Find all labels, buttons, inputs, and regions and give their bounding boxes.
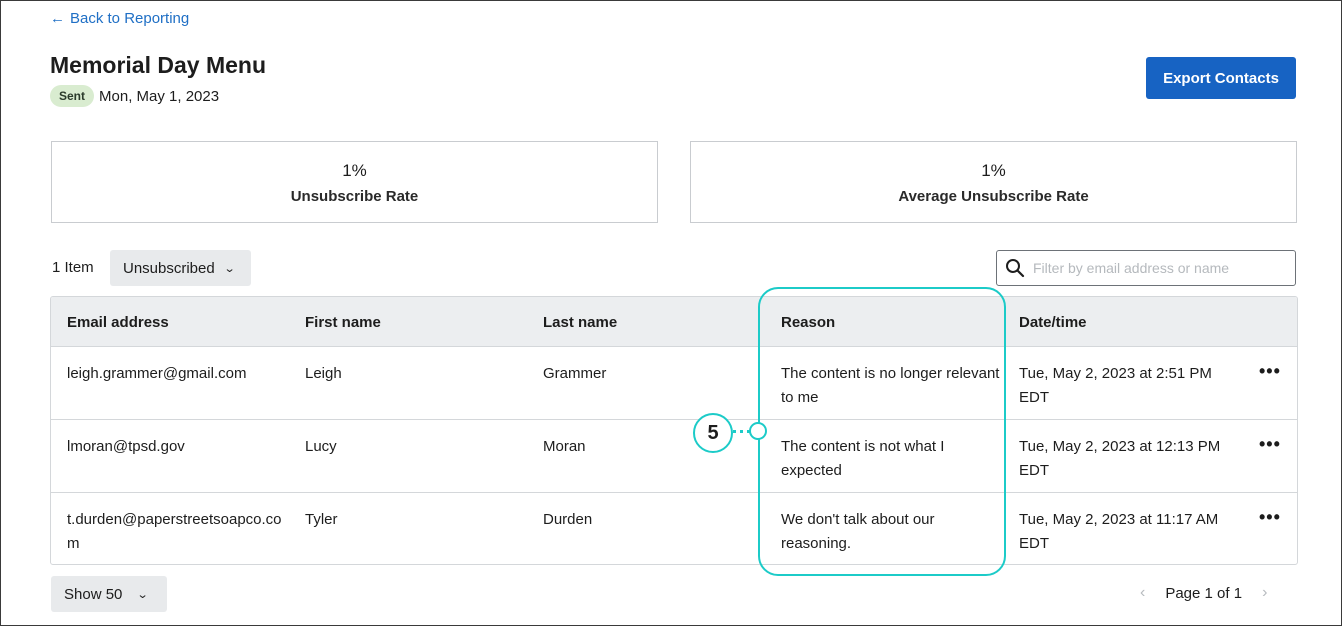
more-horizontal-icon[interactable]: •••	[1259, 434, 1281, 455]
pagination: ‹ Page 1 of 1 ›	[1140, 584, 1267, 602]
status-badge: Sent	[50, 85, 95, 107]
arrow-left-icon: ←	[50, 10, 65, 27]
column-header-reason[interactable]: Reason	[781, 314, 835, 331]
cell-date-time: Tue, May 2, 2023 at 12:13 PM EDT	[1019, 438, 1221, 479]
table-row: lmoran@tpsd.gov Lucy Moran The content i…	[51, 420, 1297, 493]
column-header-email[interactable]: Email address	[67, 314, 169, 331]
cell-last-name: Moran	[543, 438, 586, 455]
search-field[interactable]	[996, 250, 1296, 286]
cell-reason: The content is not what I expected	[781, 438, 945, 479]
page-title: Memorial Day Menu	[50, 52, 266, 78]
chevron-down-icon: ⌄	[136, 588, 149, 601]
cell-first-name: Lucy	[305, 438, 337, 455]
cell-date-time: Tue, May 2, 2023 at 11:17 AM EDT	[1019, 511, 1219, 552]
callout-anchor-dot	[749, 422, 767, 440]
cell-email: leigh.grammer@gmail.com	[67, 365, 247, 382]
stat-label: Unsubscribe Rate	[290, 188, 419, 205]
table-row: t.durden@paperstreetsoapco.com Tyler Dur…	[51, 493, 1297, 564]
search-icon	[1006, 259, 1025, 278]
more-horizontal-icon[interactable]: •••	[1259, 507, 1281, 528]
cell-first-name: Tyler	[305, 511, 338, 528]
cell-last-name: Grammer	[543, 365, 607, 382]
cell-email: t.durden@paperstreetsoapco.com	[67, 511, 282, 552]
column-header-last-name[interactable]: Last name	[543, 314, 617, 331]
callout-number-badge: 5	[693, 413, 733, 453]
sent-date: Mon, May 1, 2023	[99, 87, 220, 105]
page-size-value: Show 50	[64, 585, 123, 603]
item-count: 1 Item	[52, 259, 94, 276]
back-to-reporting-link[interactable]: ← Back to Reporting	[50, 10, 189, 27]
stat-card-average-unsubscribe-rate: 1% Average Unsubscribe Rate	[690, 141, 1297, 223]
page-size-dropdown[interactable]: Show 50 ⌄	[51, 576, 167, 612]
cell-reason: The content is no longer relevant to me	[781, 365, 1000, 406]
column-header-date-time[interactable]: Date/time	[1019, 314, 1087, 331]
table-row: leigh.grammer@gmail.com Leigh Grammer Th…	[51, 347, 1297, 420]
chevron-left-icon[interactable]: ‹	[1140, 584, 1145, 602]
page-indicator: Page 1 of 1	[1165, 584, 1243, 602]
cell-reason: We don't talk about our reasoning.	[781, 511, 935, 552]
table-header: Email address First name Last name Reaso…	[51, 297, 1297, 347]
cell-first-name: Leigh	[305, 365, 342, 382]
more-horizontal-icon[interactable]: •••	[1259, 361, 1281, 382]
stat-label: Average Unsubscribe Rate	[898, 188, 1089, 205]
campaign-meta: Sent Mon, May 1, 2023	[50, 85, 219, 107]
contacts-table: Email address First name Last name Reaso…	[50, 296, 1298, 565]
chevron-right-icon[interactable]: ›	[1262, 584, 1267, 602]
column-header-first-name[interactable]: First name	[305, 314, 381, 331]
search-input[interactable]	[1033, 260, 1283, 276]
stat-value: 1%	[981, 161, 1006, 180]
stat-card-unsubscribe-rate: 1% Unsubscribe Rate	[51, 141, 658, 223]
stat-value: 1%	[342, 161, 367, 180]
export-contacts-button[interactable]: Export Contacts	[1146, 57, 1296, 99]
cell-last-name: Durden	[543, 511, 593, 528]
chevron-down-icon: ⌄	[223, 262, 236, 275]
back-link-label: Back to Reporting	[70, 10, 190, 27]
callout-connector	[733, 430, 750, 433]
cell-email: lmoran@tpsd.gov	[67, 438, 185, 455]
cell-date-time: Tue, May 2, 2023 at 2:51 PM EDT	[1019, 365, 1212, 406]
status-filter-value: Unsubscribed	[123, 259, 215, 277]
status-filter-dropdown[interactable]: Unsubscribed ⌄	[110, 250, 251, 286]
